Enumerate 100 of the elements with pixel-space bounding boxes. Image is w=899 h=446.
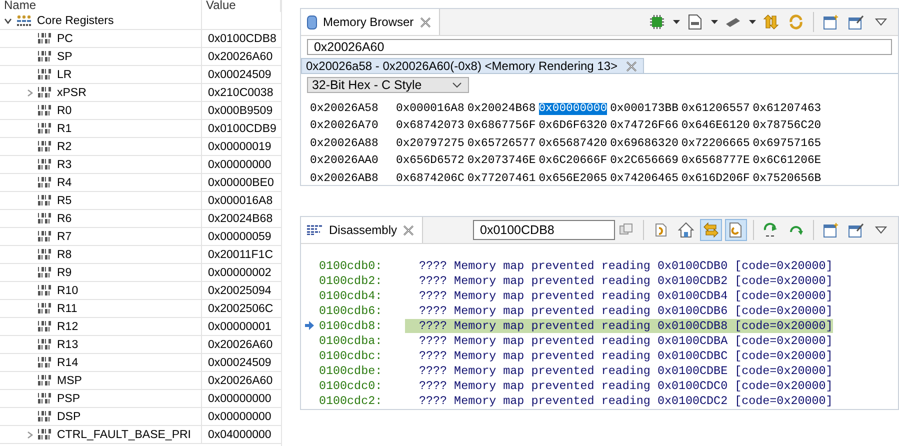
memory-word[interactable]: 0x616D206F — [681, 172, 750, 185]
register-name[interactable]: R1 — [57, 122, 72, 134]
collapsed-chevron-icon[interactable] — [26, 430, 34, 438]
memory-word[interactable]: 0x6568777E — [681, 155, 750, 168]
register-name[interactable]: R14 — [57, 356, 78, 368]
collapsed-chevron-icon[interactable] — [26, 88, 34, 96]
register-name[interactable]: R8 — [57, 248, 72, 260]
register-icon — [38, 33, 52, 44]
caret-icon — [710, 20, 718, 24]
view-menu-icon — [875, 226, 887, 234]
memory-word[interactable]: 0x65726577 — [467, 138, 536, 150]
register-name[interactable]: R10 — [57, 284, 78, 296]
register-name[interactable]: xPSR — [57, 86, 86, 98]
register-name[interactable]: R6 — [57, 212, 72, 224]
instruction-address: 0100cdc0: — [318, 379, 384, 394]
register-value: 0x210C0038 — [208, 86, 274, 98]
format-dropdown[interactable]: 32-Bit Hex - C Style — [306, 77, 469, 93]
register-value: 0x0100CDB9 — [208, 122, 276, 134]
register-value: 0x00000000 — [208, 410, 272, 422]
memory-word[interactable]: 0x69686320 — [610, 138, 678, 150]
memory-word[interactable]: 0x20797275 — [396, 138, 464, 150]
refresh-icon — [788, 14, 804, 30]
memory-word[interactable]: 0x646E6120 — [681, 120, 750, 132]
expanded-chevron-icon[interactable] — [4, 16, 12, 24]
register-icon — [38, 87, 52, 98]
close-icon[interactable] — [626, 60, 637, 72]
memory-word[interactable]: 0x20024B68 — [467, 102, 536, 115]
register-icon — [38, 123, 52, 134]
register-name[interactable]: LR — [57, 68, 72, 80]
memory-word[interactable]: 0x00000000 — [538, 102, 608, 115]
column-header[interactable]: Value — [202, 0, 281, 12]
column-header[interactable]: Name — [0, 0, 202, 12]
memory-word[interactable]: 0x61206557 — [681, 102, 750, 115]
memory-word[interactable]: 0x000173BB — [610, 102, 678, 115]
register-icon — [38, 429, 52, 440]
register-value: 0x00024509 — [208, 68, 272, 80]
memory-word[interactable]: 0x2073746E — [467, 155, 536, 168]
register-value: 0x00000000 — [208, 158, 272, 170]
tree-item[interactable]: Core Registers — [37, 14, 114, 26]
register-name[interactable]: DSP — [57, 410, 81, 422]
memory-word[interactable]: 0x6867756F — [467, 120, 536, 132]
instruction-text: ???? Memory map prevented reading 0x0100CDC0 [code=0x20000] — [418, 379, 833, 394]
register-name[interactable]: PSP — [57, 392, 80, 404]
address-field[interactable]: 0x0100CDB8 — [473, 220, 615, 240]
memory-word[interactable]: 0x69757165 — [752, 138, 822, 150]
instruction-address: 0100cdb4: — [318, 288, 384, 303]
instruction-text: ???? Memory map prevented reading 0x0100CDB6 [code=0x20000] — [418, 304, 833, 318]
register-value: 0x20026A60 — [208, 50, 273, 62]
memory-word[interactable]: 0x74726F66 — [610, 120, 678, 132]
instruction-text: ???? Memory map prevented reading 0x0100CDB4 [code=0x20000] — [418, 288, 833, 303]
rendering-tab[interactable]: 0x20026a58 - 0x20026A60(-0x8) <Memory Rendering 13> — [300, 58, 644, 73]
register-name[interactable]: CTRL_FAULT_BASE_PRI — [57, 428, 192, 440]
register-icon — [38, 357, 52, 368]
memory-word[interactable]: 0x2C656669 — [610, 155, 678, 168]
memory-address: 0x20026AA0 — [310, 155, 380, 168]
memory-word[interactable]: 0x65687420 — [538, 138, 608, 150]
register-name[interactable]: R2 — [57, 140, 72, 152]
memory-address: 0x20026AB8 — [310, 172, 380, 185]
register-icon — [38, 159, 52, 170]
memory-word[interactable]: 0x6874206C — [396, 172, 464, 185]
register-value: 0x00000059 — [208, 230, 272, 242]
register-icon — [38, 339, 52, 350]
register-name[interactable]: R3 — [57, 158, 72, 170]
register-name[interactable]: PC — [57, 32, 73, 44]
register-icon — [38, 411, 52, 422]
register-name[interactable]: R11 — [57, 302, 78, 314]
instruction-text: ???? Memory map prevented reading 0x0100CDB2 [code=0x20000] — [418, 274, 833, 288]
register-name[interactable]: R12 — [57, 320, 78, 332]
memory-word[interactable]: 0x7520656B — [752, 172, 822, 185]
memory-word[interactable]: 0x6C61206E — [752, 155, 822, 168]
register-name[interactable]: SP — [57, 50, 72, 62]
register-name[interactable]: R0 — [57, 104, 72, 116]
caret-icon — [748, 20, 756, 24]
memory-word[interactable]: 0x6D6F6320 — [538, 120, 608, 132]
memory-word[interactable]: 0x78756C20 — [752, 120, 822, 132]
memory-word[interactable]: 0x74206465 — [610, 172, 678, 185]
memory-address: 0x20026A88 — [310, 138, 380, 150]
close-icon[interactable] — [420, 16, 431, 28]
sync-icon — [653, 222, 669, 238]
memory-word[interactable]: 0x72206665 — [681, 138, 750, 150]
memory-word[interactable]: 0x656E2065 — [538, 172, 608, 185]
register-name[interactable]: R9 — [57, 266, 72, 278]
memory-word[interactable]: 0x000016A8 — [396, 102, 464, 115]
register-name[interactable]: R4 — [57, 176, 72, 188]
memory-word[interactable]: 0x6C20666F — [538, 155, 608, 168]
memory-word[interactable]: 0x61207463 — [752, 102, 822, 115]
chevron-down-icon — [452, 82, 462, 88]
register-name[interactable]: R13 — [57, 338, 78, 350]
close-icon[interactable] — [403, 224, 414, 236]
memory-word[interactable]: 0x77207461 — [467, 172, 536, 185]
toolbar-button[interactable] — [725, 219, 747, 241]
register-name[interactable]: R5 — [57, 194, 72, 206]
memory-word[interactable]: 0x656D6572 — [396, 155, 464, 168]
register-icon — [38, 177, 52, 188]
memory-word[interactable]: 0x68742073 — [396, 120, 464, 132]
register-name[interactable]: R7 — [57, 230, 72, 242]
address-field[interactable]: 0x20026A60 — [306, 39, 892, 55]
register-name[interactable]: MSP — [57, 374, 82, 386]
view-tab[interactable]: Disassembly — [300, 217, 423, 243]
view-tab[interactable]: Memory Browser — [300, 9, 440, 35]
